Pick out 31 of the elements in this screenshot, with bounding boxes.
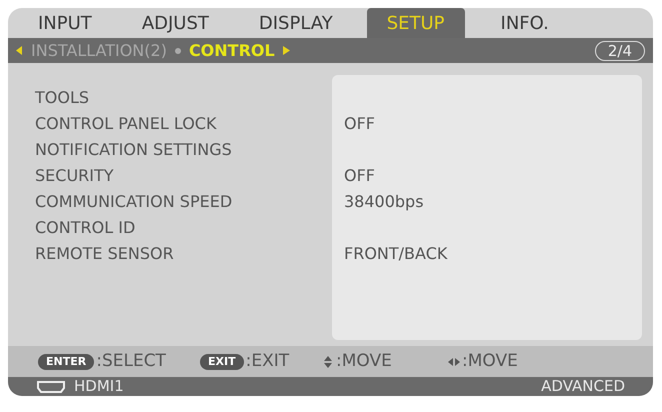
- hdmi-port-icon: [36, 380, 66, 392]
- hint-text: :MOVE: [336, 350, 392, 373]
- menu-tab[interactable]: INPUT: [22, 8, 108, 38]
- setting-value: FRONT/BACK: [344, 243, 448, 265]
- setting-value: 38400bps: [344, 191, 424, 213]
- menu-tab[interactable]: ADJUST: [126, 8, 225, 38]
- menu-item[interactable]: CONTROL ID: [35, 216, 136, 240]
- page-indicator: 2/4: [594, 40, 645, 60]
- setting-value: OFF: [344, 113, 375, 135]
- menu-item[interactable]: SECURITY: [35, 164, 114, 188]
- input-source: HDMI1: [74, 376, 124, 396]
- menu-mode: ADVANCED: [541, 376, 625, 396]
- setting-value: OFF: [344, 165, 375, 187]
- hint-text: :EXIT: [246, 350, 290, 373]
- menu-item[interactable]: CONTROL PANEL LOCK: [35, 112, 216, 136]
- key-badge: EXIT: [200, 354, 244, 370]
- left-right-arrows-icon: [448, 356, 460, 368]
- up-down-arrows-icon: [322, 356, 334, 368]
- menu-item[interactable]: NOTIFICATION SETTINGS: [35, 138, 232, 162]
- left-arrow-icon[interactable]: [16, 46, 23, 55]
- menu-item[interactable]: COMMUNICATION SPEED: [35, 190, 232, 214]
- menu-item[interactable]: TOOLS: [35, 86, 90, 110]
- menu-tab[interactable]: SETUP: [366, 8, 465, 38]
- key-badge: ENTER: [38, 354, 94, 370]
- hint-text: :SELECT: [96, 350, 166, 373]
- menu-tab[interactable]: INFO.: [484, 8, 565, 38]
- menu-tab[interactable]: DISPLAY: [242, 8, 349, 38]
- right-arrow-icon[interactable]: [282, 46, 290, 55]
- menu-item[interactable]: REMOTE SENSOR: [35, 242, 174, 266]
- subpage-tab[interactable]: CONTROL: [188, 38, 275, 62]
- hint-text: :MOVE: [462, 350, 518, 373]
